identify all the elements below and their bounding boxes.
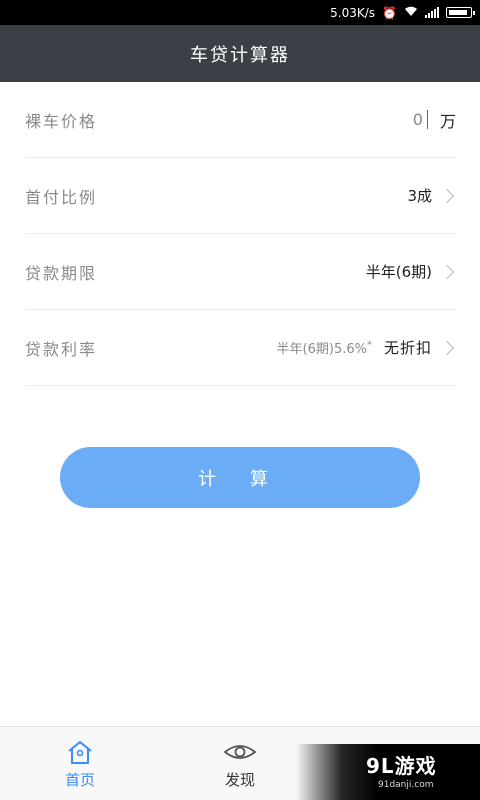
status-bar: 5.03K/s ⏰ [0,0,480,25]
calculate-button[interactable]: 计 算 [60,447,420,508]
price-row: 裸车价格 万 [25,82,456,158]
price-input[interactable] [407,110,428,129]
down-payment-value: 3成 [407,187,432,205]
interest-rate-detail: 半年(6期)5.6%* [277,338,372,357]
loan-term-value: 半年(6期) [365,263,432,281]
cell-signal-icon [425,7,439,18]
down-payment-row[interactable]: 首付比例 3成 [25,158,456,234]
home-icon [68,740,92,764]
interest-rate-value: 无折扣 [383,339,432,357]
loan-term-row[interactable]: 贷款期限 半年(6期) [25,234,456,310]
wifi-icon [404,6,418,19]
tab-discover-label: 发现 [224,770,255,789]
price-unit: 万 [439,111,456,131]
interest-rate-detail-text: 半年(6期)5.6% [276,342,367,357]
chevron-right-icon [439,264,455,279]
tab-home-label: 首页 [64,770,95,789]
loan-term-label: 贷款期限 [25,263,98,283]
chevron-right-icon [439,188,455,203]
down-payment-right: 3成 [407,185,456,206]
interest-rate-label: 贷款利率 [25,339,98,359]
loan-form: 裸车价格 万 首付比例 3成 贷款期限 半年(6期) 贷款利率 半年(6期)5.… [25,82,456,386]
page-title: 车贷计算器 [190,44,290,66]
battery-icon [446,7,475,18]
down-payment-label: 首付比例 [25,187,98,207]
chevron-right-icon [439,340,455,355]
watermark-brand: 9L游戏 [366,754,437,778]
interest-rate-row[interactable]: 贷款利率 半年(6期)5.6%* 无折扣 [25,310,456,386]
loan-term-right: 半年(6期) [366,261,456,282]
tab-home[interactable]: 首页 [0,727,160,800]
network-speed: 5.03K/s [330,5,376,20]
watermark-site: 91danji.com [378,780,434,790]
price-label: 裸车价格 [25,111,98,131]
alarm-icon: ⏰ [382,5,397,20]
title-bar: 车贷计算器 [0,25,480,82]
interest-rate-right: 半年(6期)5.6%* 无折扣 [277,337,456,358]
watermark: 9L游戏 91danji.com [296,744,480,800]
eye-icon [223,744,257,759]
price-right: 万 [407,108,456,132]
interest-rate-mark: * [366,339,372,351]
